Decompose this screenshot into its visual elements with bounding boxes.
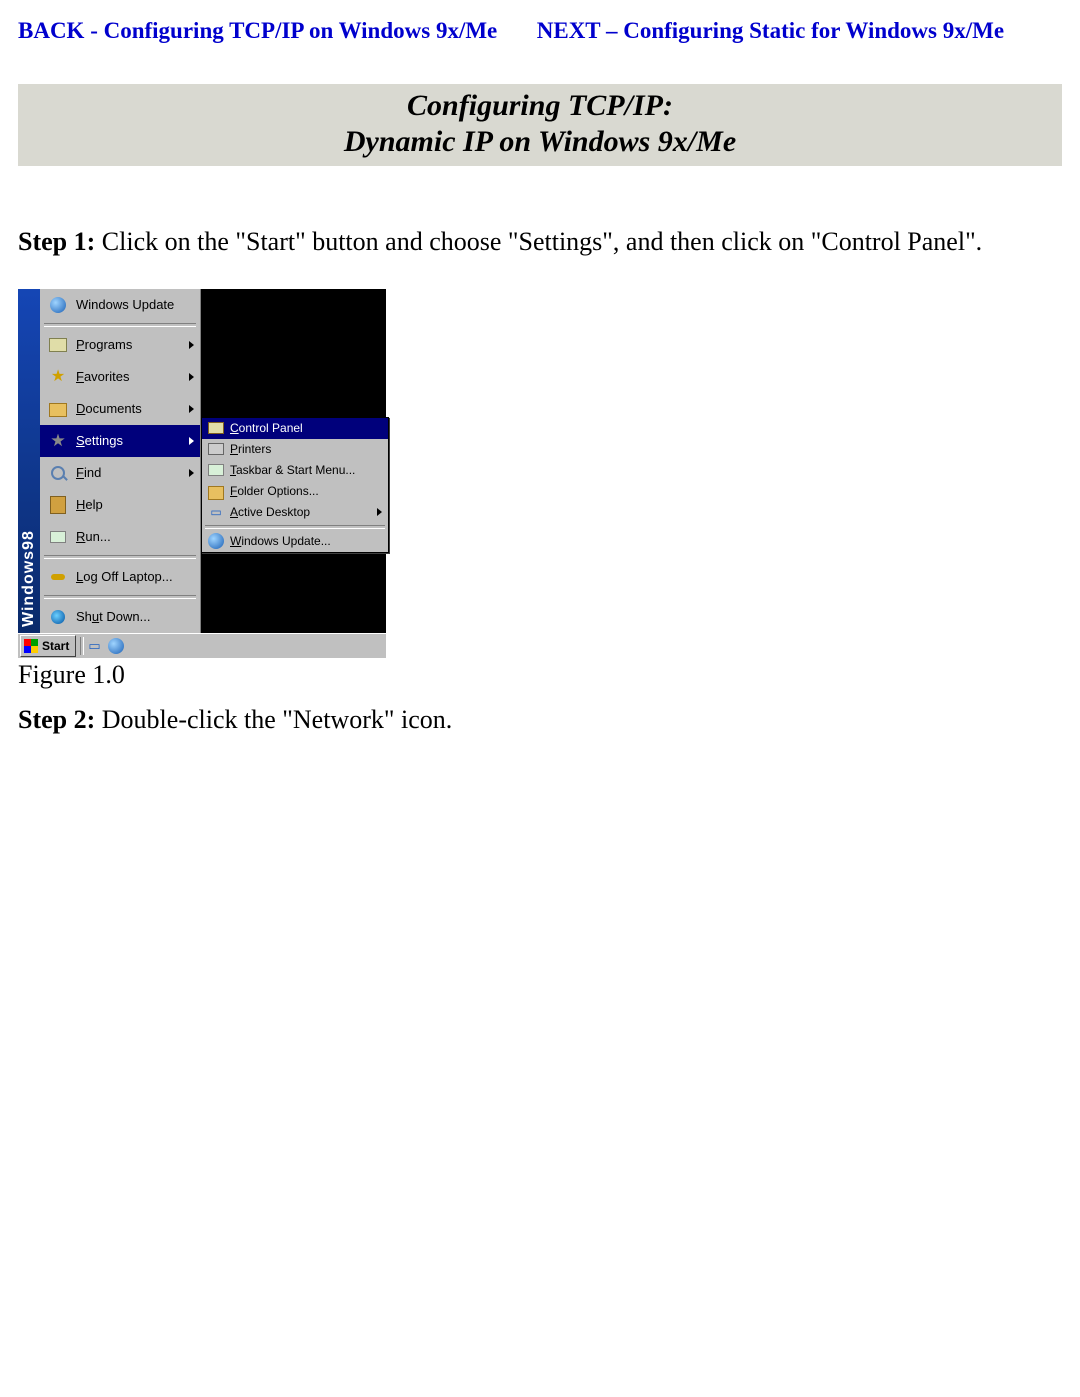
cp-icon xyxy=(208,420,224,436)
menu-label: Help xyxy=(76,497,194,512)
menu-label: Documents xyxy=(76,401,189,416)
folder-icon xyxy=(48,399,68,419)
windows-flag-icon xyxy=(24,639,38,653)
start-menu-item[interactable]: Shut Down... xyxy=(40,601,200,633)
menu-separator xyxy=(44,555,196,559)
menu-label: Printers xyxy=(230,442,271,456)
submenu-arrow-icon xyxy=(189,405,194,413)
menu-label: Shut Down... xyxy=(76,609,194,624)
settings-submenu[interactable]: Control Panel Printers Taskbar & Start Men… xyxy=(201,417,389,553)
start-menu-item[interactable]: Find xyxy=(40,457,200,489)
submenu-item[interactable]: Taskbar & Start Menu... xyxy=(202,460,388,481)
start-button-label: Start xyxy=(42,639,69,653)
submenu-arrow-icon xyxy=(189,373,194,381)
start-menu-item[interactable]: Documents xyxy=(40,393,200,425)
submenu-item[interactable]: Printers xyxy=(202,439,388,460)
start-menu-item[interactable]: ★ Favorites xyxy=(40,361,200,393)
start-menu-item[interactable]: Programs xyxy=(40,329,200,361)
prog-icon xyxy=(48,335,68,355)
menu-separator xyxy=(44,323,196,327)
run-icon xyxy=(48,527,68,547)
nav-links: BACK - Configuring TCP/IP on Windows 9x/… xyxy=(18,18,1062,44)
step-1-label: Step 1: xyxy=(18,227,95,256)
book-icon xyxy=(48,495,68,515)
submenu-arrow-icon xyxy=(189,437,194,445)
submenu-arrow-icon xyxy=(377,508,382,516)
desk-icon: ▭ xyxy=(208,504,224,520)
star-icon: ★ xyxy=(48,367,68,387)
submenu-item[interactable]: Windows Update... xyxy=(202,531,388,552)
step-1: Step 1: Click on the "Start" button and … xyxy=(18,226,1062,259)
start-menu[interactable]: Windows Update Programs ★ Favorites Document… xyxy=(40,289,201,633)
step-2-text: Double-click the "Network" icon. xyxy=(95,705,452,734)
figure-1-screenshot: Windows98 Windows Update Programs ★ Favorit… xyxy=(18,289,386,658)
menu-label: Folder Options... xyxy=(230,484,319,498)
submenu-arrow-icon xyxy=(189,341,194,349)
start-menu-item[interactable]: Run... xyxy=(40,521,200,553)
menu-label: Windows Update... xyxy=(230,534,331,548)
shut-icon xyxy=(48,607,68,627)
step-2-label: Step 2: xyxy=(18,705,95,734)
mag-icon xyxy=(48,463,68,483)
menu-label: Run... xyxy=(76,529,194,544)
menu-label: Settings xyxy=(76,433,189,448)
menu-label: Taskbar & Start Menu... xyxy=(230,463,355,477)
back-link[interactable]: BACK - Configuring TCP/IP on Windows 9x/… xyxy=(18,18,497,43)
set-icon xyxy=(48,431,68,451)
menu-label: Favorites xyxy=(76,369,189,384)
start-menu-item[interactable]: Settings xyxy=(40,425,200,457)
key-icon xyxy=(48,567,68,587)
globe-icon xyxy=(208,533,224,549)
submenu-item[interactable]: Control Panel xyxy=(202,418,388,439)
ie-icon[interactable] xyxy=(108,638,124,654)
run-icon xyxy=(208,462,224,478)
menu-separator xyxy=(205,525,385,529)
start-button[interactable]: Start xyxy=(20,635,76,657)
page-title: Configuring TCP/IP: Dynamic IP on Window… xyxy=(18,84,1062,166)
start-menu-item[interactable]: Log Off Laptop... xyxy=(40,561,200,593)
taskbar-separator xyxy=(80,637,84,655)
menu-label: Windows Update xyxy=(76,297,194,312)
menu-label: Log Off Laptop... xyxy=(76,569,194,584)
start-menu-item[interactable]: Help xyxy=(40,489,200,521)
step-1-text: Click on the "Start" button and choose "… xyxy=(95,227,982,256)
menu-label: Find xyxy=(76,465,189,480)
taskbar: Start ▭ xyxy=(18,633,386,658)
windows-banner: Windows98 xyxy=(18,289,40,633)
next-link[interactable]: NEXT – Configuring Static for Windows 9x… xyxy=(537,18,1004,43)
submenu-arrow-icon xyxy=(189,469,194,477)
step-2: Step 2: Double-click the "Network" icon. xyxy=(18,704,1062,737)
submenu-item[interactable]: Folder Options... xyxy=(202,481,388,502)
menu-separator xyxy=(44,595,196,599)
globe-icon xyxy=(48,295,68,315)
figure-caption: Figure 1.0 xyxy=(18,660,1062,690)
submenu-item[interactable]: ▭ Active Desktop xyxy=(202,502,388,523)
start-menu-item[interactable]: Windows Update xyxy=(40,289,200,321)
menu-label: Control Panel xyxy=(230,421,303,435)
printer-icon xyxy=(208,441,224,457)
desktop-area: Control Panel Printers Taskbar & Start Men… xyxy=(201,289,386,633)
menu-label: Active Desktop xyxy=(230,505,310,519)
menu-label: Programs xyxy=(76,337,189,352)
folder-icon xyxy=(208,483,224,499)
title-line-1: Configuring TCP/IP: xyxy=(18,88,1062,124)
title-line-2: Dynamic IP on Windows 9x/Me xyxy=(18,124,1062,160)
show-desktop-icon[interactable]: ▭ xyxy=(88,638,104,654)
